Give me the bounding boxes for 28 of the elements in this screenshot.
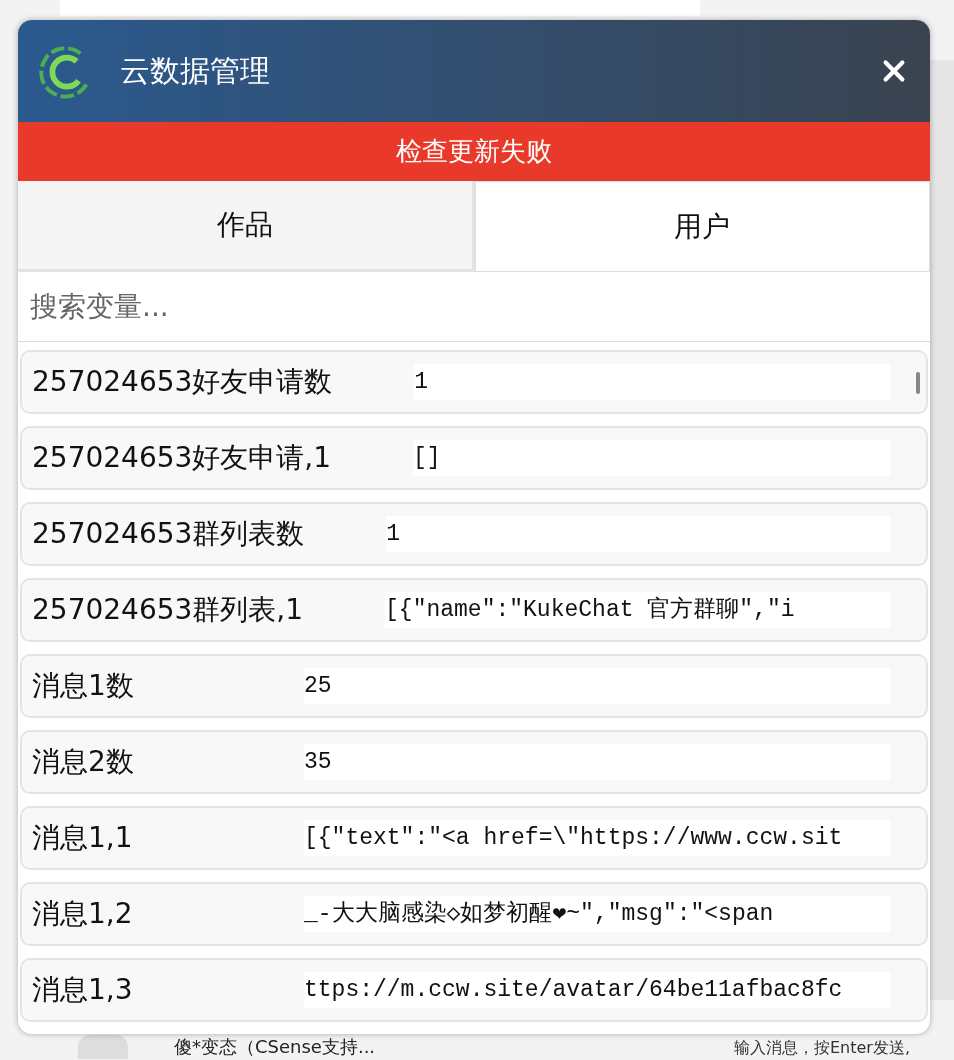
- value-field[interactable]: _-大大脑感染◇如梦初醒❤~","msg":"<span: [304, 896, 890, 932]
- variable-name: 消息1,2: [32, 896, 134, 932]
- value-field[interactable]: []: [413, 440, 890, 476]
- value-field[interactable]: ttps://m.ccw.site/avatar/64be11afbac8fc: [304, 972, 890, 1008]
- variable-name: 消息1,1: [32, 820, 134, 856]
- message-input[interactable]: 输入消息，按Enter发送,: [722, 1037, 954, 1057]
- tab[interactable]: 用户: [474, 181, 930, 272]
- close-icon: [882, 59, 906, 83]
- value-field[interactable]: 1: [386, 516, 890, 552]
- variable-name: 257024653好友申请,1: [32, 440, 332, 476]
- error-banner: 检查更新失败: [18, 122, 930, 181]
- variable-name: 消息1,3: [32, 972, 134, 1008]
- value-field[interactable]: [{"name":"KukeChat 官方群聊","i: [385, 592, 890, 628]
- dialog-title: 云数据管理: [120, 51, 270, 90]
- variable-name: 257024653好友申请数: [32, 364, 333, 400]
- scrollbar[interactable]: [916, 372, 920, 394]
- variable-name: 257024653群列表数: [32, 516, 305, 552]
- avatar-placeholder: [78, 1035, 128, 1059]
- tab[interactable]: 作品: [18, 181, 475, 272]
- value-field[interactable]: 25: [304, 668, 890, 704]
- value-field[interactable]: 35: [304, 744, 890, 780]
- search-field[interactable]: 搜索变量...: [18, 272, 930, 342]
- chat-name: 傻*变态（CSense支持...: [174, 1035, 376, 1059]
- variable-name: 消息1数: [32, 668, 135, 704]
- value-field[interactable]: [{"text":"<a href=\"https://www.ccw.sit: [304, 820, 890, 856]
- variable-name: 257024653群列表,1: [32, 592, 304, 628]
- value-field[interactable]: 1: [414, 364, 890, 400]
- variable-name: 消息2数: [32, 744, 135, 780]
